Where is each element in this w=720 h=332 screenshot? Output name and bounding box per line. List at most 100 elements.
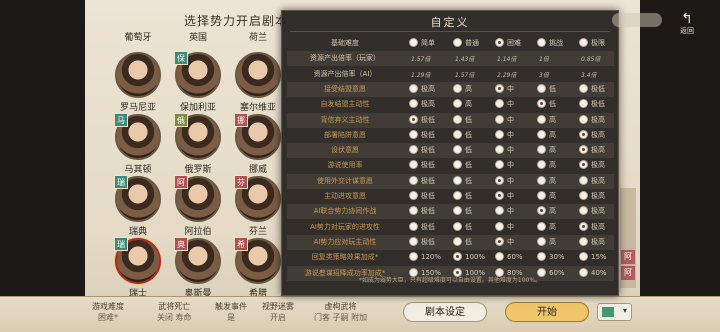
radio-button[interactable] (495, 191, 504, 200)
radio-option[interactable]: 高 (453, 83, 472, 94)
radio-option[interactable]: 简单 (409, 38, 435, 48)
radio-option[interactable]: 极低 (409, 145, 435, 155)
radio-button[interactable] (495, 99, 504, 109)
radio-button[interactable] (579, 221, 588, 231)
radio-option[interactable]: 低 (453, 206, 472, 216)
radio-option[interactable]: 15% (579, 252, 607, 262)
radio-option[interactable]: 中 (495, 236, 514, 247)
radio-option[interactable]: 120% (409, 252, 441, 262)
radio-option[interactable]: 极高 (579, 175, 605, 186)
radio-option[interactable]: 普通 (453, 38, 479, 48)
radio-button[interactable] (579, 129, 588, 139)
faction-card[interactable]: 葡萄牙 (110, 30, 166, 43)
radio-button[interactable] (495, 129, 504, 139)
radio-option[interactable]: 低 (453, 236, 472, 247)
radio-button[interactable] (495, 236, 504, 246)
radio-option[interactable]: 60% (495, 252, 523, 262)
radio-option[interactable]: 极高 (579, 206, 605, 216)
radio-button[interactable] (453, 114, 462, 124)
faction-card[interactable]: 奥奥斯曼 (170, 237, 226, 299)
radio-button[interactable] (453, 129, 462, 139)
radio-button[interactable] (453, 160, 462, 170)
radio-button[interactable] (453, 206, 462, 216)
radio-button[interactable] (495, 221, 504, 231)
radio-option[interactable]: 高 (453, 99, 472, 109)
radio-button[interactable] (537, 252, 546, 262)
radio-button[interactable] (409, 221, 418, 231)
radio-option[interactable]: 中 (495, 191, 514, 201)
radio-option[interactable]: 中 (495, 129, 514, 140)
radio-option[interactable]: 高 (537, 129, 556, 140)
radio-option[interactable]: 中 (495, 221, 514, 232)
radio-option[interactable]: 困难 (495, 38, 521, 48)
radio-option[interactable]: 低 (453, 221, 472, 232)
radio-option[interactable]: 极低 (579, 99, 605, 109)
radio-button[interactable] (453, 38, 462, 47)
radio-button[interactable] (495, 206, 504, 216)
radio-option[interactable]: 低 (537, 83, 556, 94)
radio-button[interactable] (537, 99, 546, 109)
radio-button[interactable] (579, 175, 588, 185)
faction-card[interactable]: 瑞瑞典 (110, 175, 166, 237)
radio-button[interactable] (409, 99, 418, 109)
radio-button[interactable] (409, 175, 418, 185)
radio-option[interactable]: 极高 (579, 236, 605, 247)
faction-card[interactable]: 阿阿拉伯 (170, 175, 226, 237)
faction-card[interactable]: 瑞瑞士 (110, 237, 166, 299)
radio-option[interactable]: 极高 (579, 129, 605, 140)
radio-option[interactable]: 极低 (409, 236, 435, 247)
radio-option[interactable]: 高 (537, 175, 556, 186)
radio-button[interactable] (537, 221, 546, 231)
radio-option[interactable]: 低 (453, 145, 472, 155)
radio-button[interactable] (453, 236, 462, 246)
radio-option[interactable]: 高 (537, 191, 556, 201)
radio-button[interactable] (453, 252, 462, 262)
faction-card[interactable]: 马马其顿 (110, 113, 166, 175)
radio-button[interactable] (537, 129, 546, 139)
radio-button[interactable] (495, 38, 504, 47)
radio-option[interactable]: 极低 (579, 83, 605, 94)
radio-button[interactable] (537, 236, 546, 246)
radio-option[interactable]: 极高 (579, 221, 605, 232)
radio-button[interactable] (579, 191, 588, 200)
radio-option[interactable]: 100% (453, 252, 485, 262)
radio-button[interactable] (579, 236, 588, 246)
radio-button[interactable] (409, 236, 418, 246)
radio-option[interactable]: 中 (495, 99, 514, 109)
faction-card[interactable]: 荷兰 (230, 30, 286, 43)
radio-button[interactable] (537, 175, 546, 185)
radio-option[interactable]: 极高 (409, 83, 435, 94)
radio-option[interactable]: 低 (453, 114, 472, 125)
radio-option[interactable]: 极高 (579, 160, 605, 170)
radio-button[interactable] (579, 99, 588, 109)
radio-button[interactable] (537, 206, 546, 216)
faction-card[interactable]: 英国 (170, 30, 226, 43)
player-color-select[interactable]: ▾ (597, 303, 632, 321)
setting-4[interactable]: 虚构武将 门客 子嗣 附加 (314, 301, 367, 323)
radio-option[interactable]: 极限 (579, 38, 605, 48)
radio-option[interactable]: 中 (495, 83, 514, 94)
radio-option[interactable]: 极低 (409, 221, 435, 232)
radio-option[interactable]: 中 (495, 114, 514, 125)
radio-option[interactable]: 30% (537, 252, 565, 262)
faction-card[interactable]: 希希腊 (230, 237, 286, 299)
radio-option[interactable]: 中 (495, 160, 514, 170)
radio-option[interactable]: 中 (495, 206, 514, 216)
radio-option[interactable]: 低 (537, 99, 556, 109)
radio-button[interactable] (409, 160, 418, 170)
radio-option[interactable]: 高 (537, 160, 556, 170)
radio-option[interactable]: 极低 (409, 129, 435, 140)
radio-button[interactable] (453, 145, 462, 155)
radio-button[interactable] (453, 175, 462, 185)
dialog-close-tab[interactable] (612, 13, 662, 27)
radio-button[interactable] (579, 160, 588, 170)
radio-button[interactable] (453, 99, 462, 109)
radio-option[interactable]: 中 (495, 175, 514, 186)
radio-option[interactable]: 极低 (409, 175, 435, 186)
scenario-settings-button[interactable]: 剧本设定 (403, 302, 487, 322)
setting-1[interactable]: 武将死亡 关闭 寿命 (157, 301, 192, 323)
radio-button[interactable] (579, 38, 588, 47)
radio-button[interactable] (537, 114, 546, 124)
setting-2[interactable]: 触发事件是 (215, 301, 247, 323)
radio-button[interactable] (409, 129, 418, 139)
